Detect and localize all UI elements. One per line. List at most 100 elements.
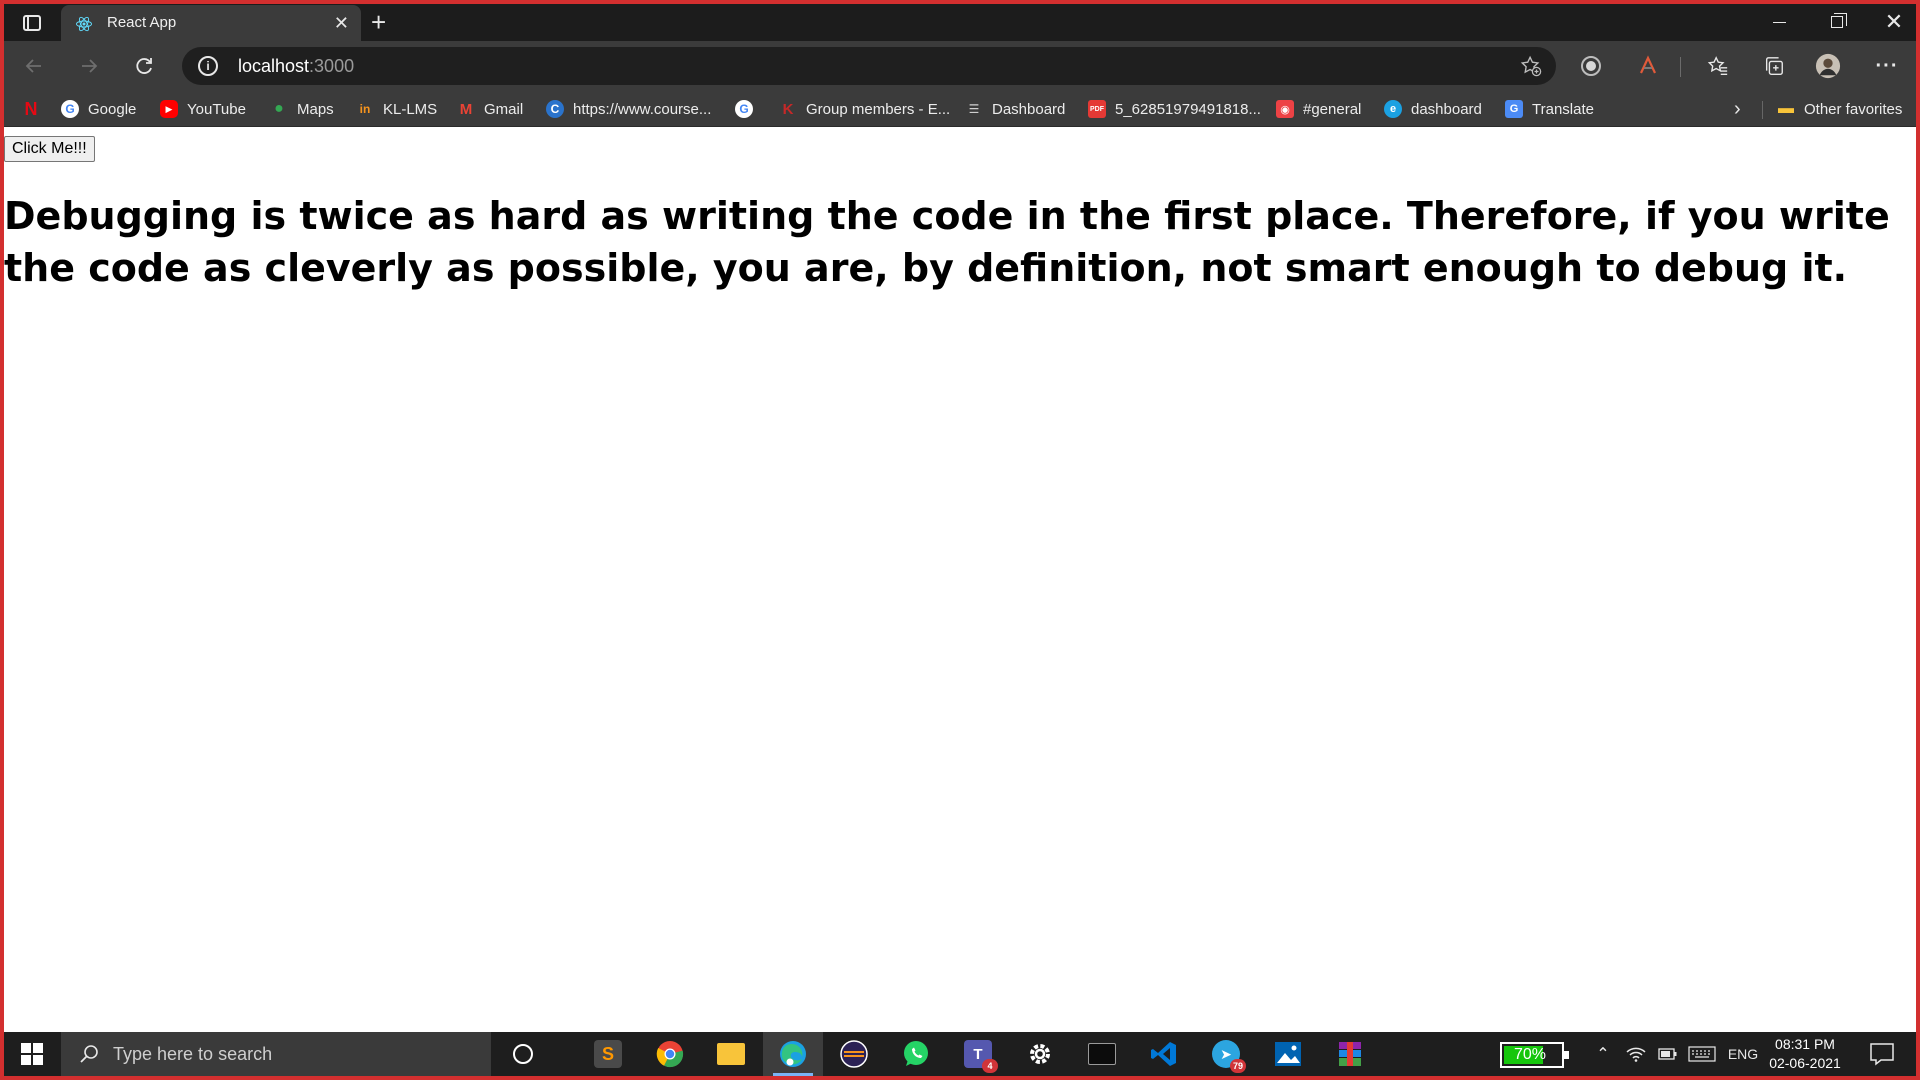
- search-icon: [80, 1045, 98, 1063]
- url-port: :3000: [309, 56, 355, 76]
- favorite-label: dashboard: [1411, 100, 1482, 118]
- favorite-gmail[interactable]: M Gmail: [457, 97, 523, 121]
- favorite-group-members[interactable]: K Group members - E...: [779, 97, 951, 121]
- taskbar-chrome[interactable]: [640, 1032, 700, 1076]
- collections-button[interactable]: [1761, 53, 1787, 79]
- favorite-maps[interactable]: ● Maps: [270, 97, 334, 121]
- battery-tray-icon[interactable]: [1656, 1044, 1680, 1064]
- favorites-divider: [1762, 101, 1763, 119]
- taskbar-winrar[interactable]: [1320, 1032, 1380, 1076]
- dashboard-icon: ☰: [968, 102, 980, 116]
- taskbar-settings[interactable]: [1010, 1032, 1070, 1076]
- taskbar-search[interactable]: Type here to search: [61, 1032, 491, 1076]
- google-icon: G: [735, 100, 753, 118]
- browser-toolbar: i localhost:3000 ···: [4, 41, 1916, 91]
- netflix-icon: N: [24, 98, 38, 119]
- favorite-general[interactable]: ◉ #general: [1276, 97, 1361, 121]
- tab-close-icon[interactable]: ✕: [334, 14, 349, 32]
- favorite-netflix[interactable]: N: [22, 97, 49, 121]
- favorite-google-2[interactable]: G: [735, 97, 762, 121]
- taskbar-teams[interactable]: T4: [948, 1032, 1008, 1076]
- favorite-label: Translate: [1532, 100, 1594, 118]
- favorite-label: https://www.course...: [573, 100, 712, 118]
- other-favorites-folder[interactable]: ▬ Other favorites: [1777, 97, 1902, 121]
- favorite-dashboard[interactable]: ☰ Dashboard: [965, 97, 1066, 121]
- other-favorites-label: Other favorites: [1804, 100, 1903, 118]
- favorite-coursera[interactable]: C https://www.course...: [546, 97, 711, 121]
- taskbar-photos[interactable]: [1258, 1032, 1318, 1076]
- extension-record-button[interactable]: [1578, 53, 1604, 79]
- tab-actions-button[interactable]: [18, 11, 46, 35]
- reload-button[interactable]: [130, 52, 158, 80]
- windows-logo-icon: [21, 1043, 43, 1065]
- address-bar[interactable]: i localhost:3000: [182, 47, 1556, 85]
- favorite-translate[interactable]: G Translate: [1505, 97, 1594, 121]
- record-icon: [1581, 56, 1601, 76]
- favorite-label: YouTube: [187, 100, 246, 118]
- favorite-label: #general: [1303, 100, 1362, 118]
- reload-icon: [136, 58, 152, 74]
- toolbar-divider: [1680, 57, 1681, 77]
- profile-avatar[interactable]: [1815, 53, 1841, 79]
- favorite-google[interactable]: G Google: [61, 97, 136, 121]
- pdf-icon: PDF: [1088, 100, 1106, 118]
- eclipse-icon: [840, 1040, 868, 1068]
- battery-icon: [1658, 1048, 1677, 1060]
- taskbar-cortana[interactable]: [493, 1032, 553, 1076]
- network-icon[interactable]: [1624, 1044, 1648, 1064]
- chevron-right-icon[interactable]: ›: [1734, 98, 1741, 121]
- forward-button[interactable]: [75, 52, 103, 80]
- taskbar-vscode[interactable]: [1134, 1032, 1194, 1076]
- clock-date: 02-06-2021: [1769, 1055, 1841, 1071]
- show-hidden-icons-button[interactable]: ⌃: [1594, 1044, 1612, 1064]
- teams-icon: T4: [964, 1040, 998, 1073]
- translate-icon: G: [1505, 100, 1523, 118]
- restore-icon: [1831, 13, 1847, 28]
- taskbar-whatsapp[interactable]: [886, 1032, 946, 1076]
- folder-icon: [717, 1043, 745, 1065]
- new-tab-button[interactable]: +: [371, 9, 386, 35]
- quote-heading: Debugging is twice as hard as writing th…: [4, 194, 1890, 290]
- taskbar-file-explorer[interactable]: [701, 1032, 761, 1076]
- settings-more-button[interactable]: ···: [1874, 53, 1900, 79]
- restore-button[interactable]: [1817, 8, 1857, 36]
- battery-tip: [1564, 1051, 1569, 1059]
- taskbar-edge[interactable]: [763, 1032, 823, 1076]
- chrome-icon: [656, 1041, 684, 1068]
- terminal-icon: [1088, 1043, 1116, 1065]
- favorite-edge-dashboard[interactable]: e dashboard: [1384, 97, 1482, 121]
- tab-actions-icon: [23, 15, 41, 31]
- favorite-pdf[interactable]: PDF 5_62851979491818...: [1088, 97, 1261, 121]
- taskbar-telegram[interactable]: ➤ 79: [1196, 1032, 1256, 1076]
- system-clock[interactable]: 08:31 PM 02-06-2021: [1766, 1035, 1844, 1073]
- touch-keyboard-button[interactable]: [1687, 1044, 1717, 1064]
- favorite-kl-lms[interactable]: in KL-LMS: [356, 97, 438, 121]
- tab-strip: React App ✕ + ✕: [4, 4, 1916, 41]
- click-me-button[interactable]: Click Me!!!: [4, 136, 95, 162]
- edge-icon: [780, 1041, 806, 1067]
- battery-percentage-widget[interactable]: 70%: [1500, 1042, 1569, 1068]
- edge-icon: e: [1384, 100, 1402, 118]
- taskbar-eclipse[interactable]: [824, 1032, 884, 1076]
- extension-button[interactable]: [1635, 53, 1661, 79]
- tab-react-app[interactable]: React App ✕: [61, 5, 361, 41]
- battery-percent-text: 70%: [1513, 1046, 1547, 1063]
- favorite-youtube[interactable]: ▶ YouTube: [160, 97, 246, 121]
- add-favorite-icon[interactable]: [1520, 55, 1542, 77]
- arrow-right-icon: [82, 59, 98, 73]
- start-button[interactable]: [4, 1032, 60, 1076]
- back-button[interactable]: [20, 52, 48, 80]
- notification-center-icon[interactable]: [1869, 1042, 1895, 1066]
- minimize-button[interactable]: [1759, 8, 1799, 36]
- taskbar-terminal[interactable]: [1072, 1032, 1132, 1076]
- language-indicator[interactable]: ENG: [1726, 1044, 1760, 1064]
- clock-time: 08:31 PM: [1775, 1036, 1835, 1052]
- folder-icon: ▬: [1778, 100, 1794, 117]
- kl-university-icon: K: [782, 100, 794, 118]
- favorites-button[interactable]: [1705, 53, 1731, 79]
- site-info-icon[interactable]: i: [198, 56, 218, 76]
- taskbar-sublime-text[interactable]: S: [578, 1032, 638, 1076]
- close-window-button[interactable]: ✕: [1874, 8, 1914, 36]
- favorite-label: Google: [88, 100, 137, 118]
- url-text[interactable]: localhost:3000: [238, 56, 354, 77]
